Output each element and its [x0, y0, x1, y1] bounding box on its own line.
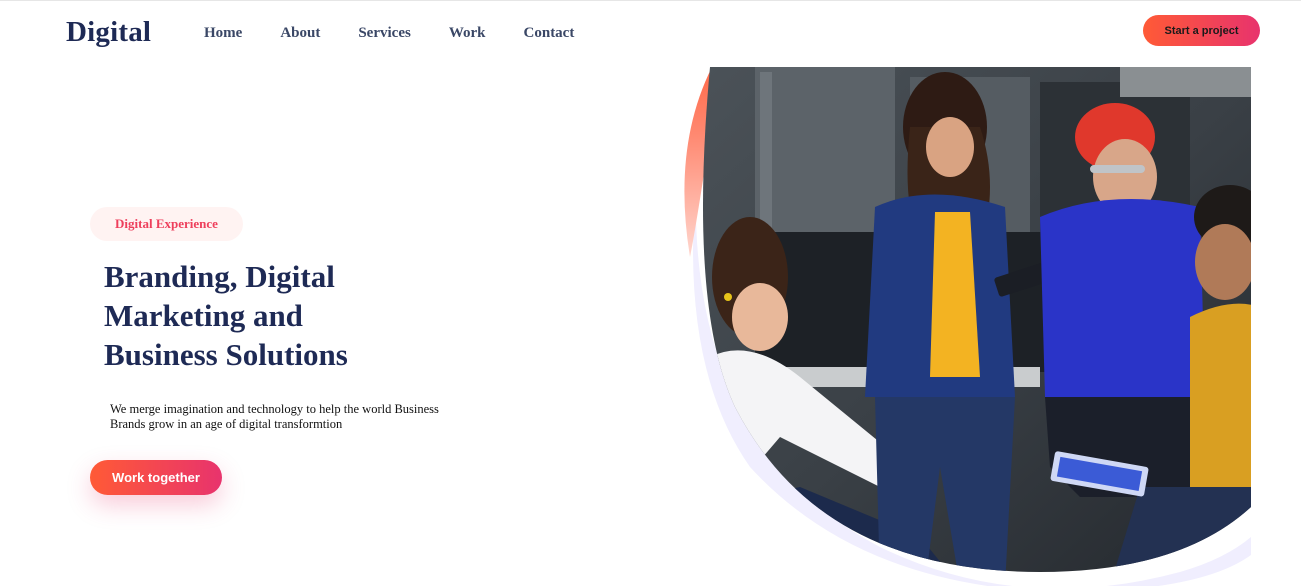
nav-link-about[interactable]: About: [280, 25, 320, 42]
hero-headline: Branding, Digital Marketing and Business…: [104, 257, 424, 374]
main-nav: Home About Services Work Contact: [204, 25, 612, 42]
nav-link-work[interactable]: Work: [449, 25, 486, 42]
headline-line: Business Solutions: [104, 337, 348, 372]
top-border: [0, 0, 1301, 1]
description-line: Brands grow in an age of digital transfo…: [110, 417, 343, 431]
start-project-button[interactable]: Start a project: [1143, 15, 1260, 46]
nav-link-home[interactable]: Home: [204, 25, 242, 42]
hero-description: We merge imagination and technology to h…: [110, 402, 470, 432]
headline-line: Marketing and: [104, 298, 303, 333]
hero-image: [660, 67, 1301, 586]
nav-link-services[interactable]: Services: [358, 25, 410, 42]
headline-line: Branding, Digital: [104, 259, 335, 294]
description-line: We merge imagination and technology to h…: [110, 402, 439, 416]
nav-link-contact[interactable]: Contact: [524, 25, 575, 42]
site-logo[interactable]: Digital: [66, 16, 151, 49]
hero-badge: Digital Experience: [90, 207, 243, 241]
work-together-button[interactable]: Work together: [90, 460, 222, 495]
